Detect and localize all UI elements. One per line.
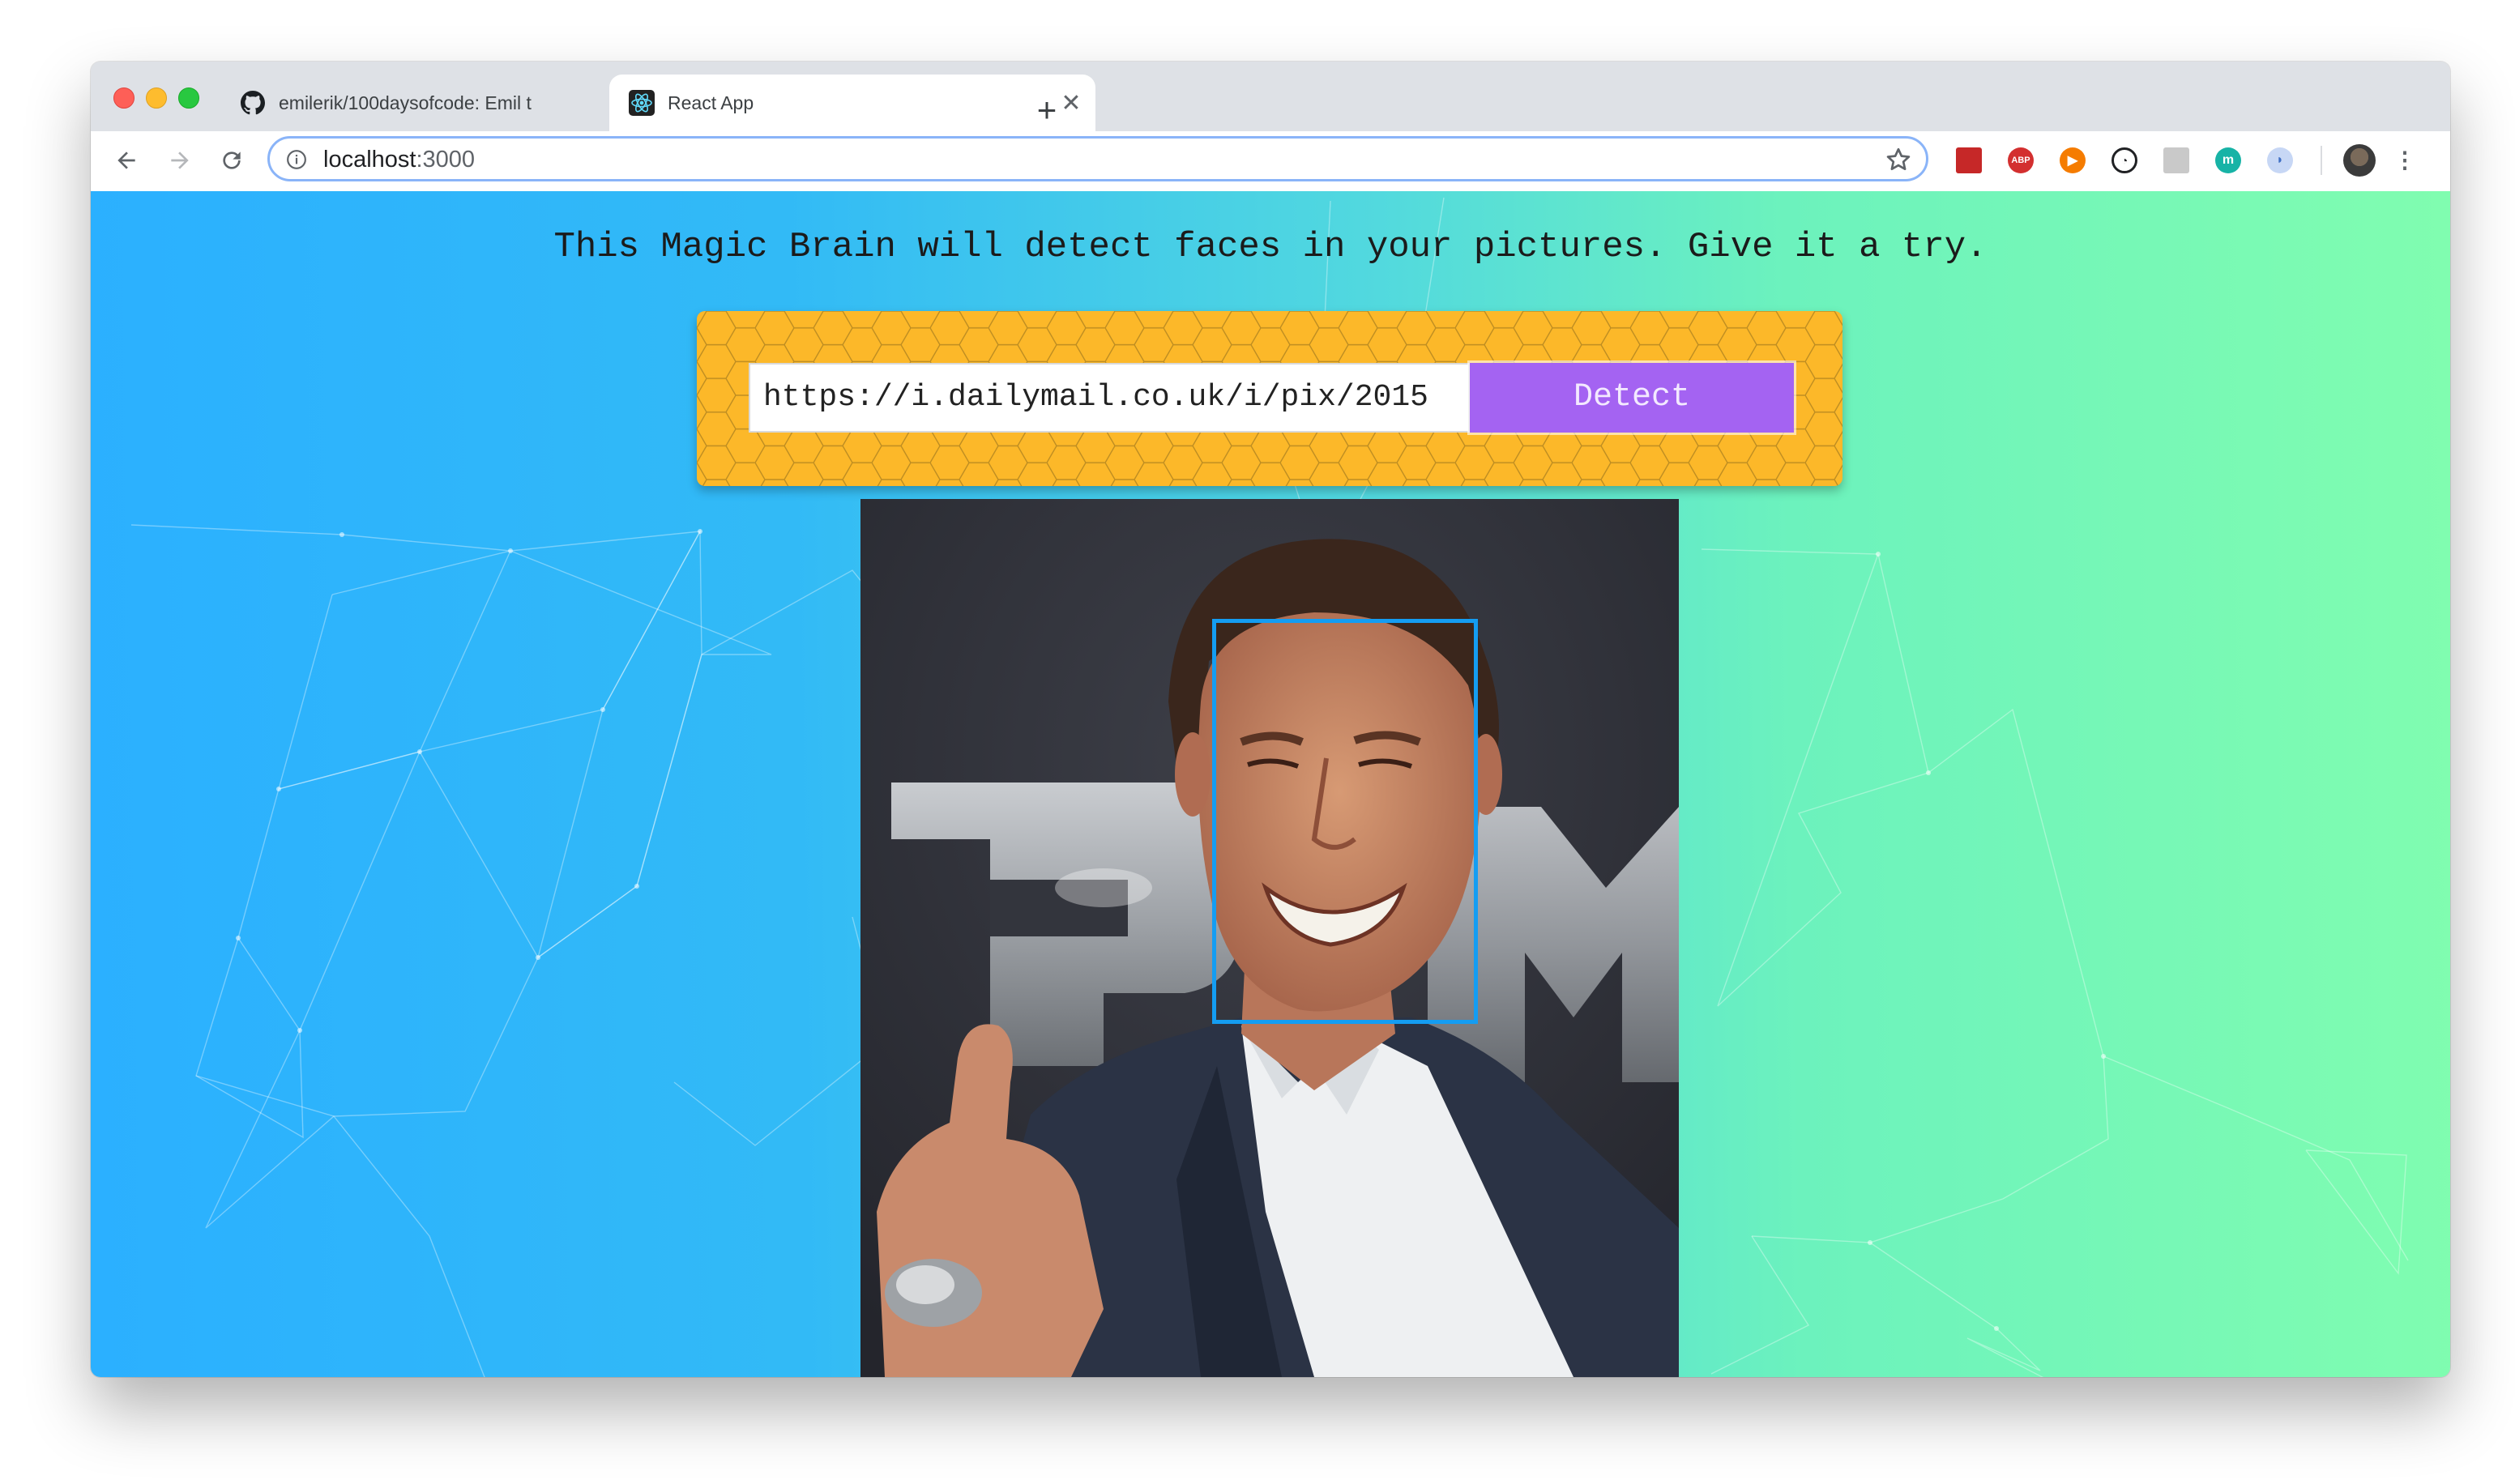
image-url-input[interactable]: https://i.dailymail.co.uk/i/pix/2015 — [749, 363, 1470, 433]
github-icon — [240, 90, 266, 116]
teal-m-icon[interactable]: m — [2215, 147, 2241, 173]
tab-title: emilerik/100daysofcode: Emil t — [279, 92, 532, 113]
bookmark-star-icon[interactable] — [1884, 145, 1913, 174]
timer-icon[interactable]: ◔ — [2111, 147, 2137, 173]
close-window-button[interactable] — [113, 87, 135, 109]
page-icon[interactable] — [2163, 147, 2189, 173]
reload-icon[interactable] — [212, 141, 251, 180]
detect-button[interactable]: Detect — [1467, 360, 1796, 435]
minimize-window-button[interactable] — [146, 87, 167, 109]
react-icon — [629, 90, 655, 116]
back-icon[interactable] — [107, 141, 146, 180]
detected-photo — [860, 499, 1679, 1377]
url-port: :3000 — [416, 147, 476, 173]
toolbar-divider — [2321, 146, 2322, 175]
address-bar[interactable]: localhost:3000 — [267, 136, 1928, 181]
red-book-icon[interactable] — [1956, 147, 1982, 173]
tab-title: React App — [668, 92, 754, 113]
face-bounding-box — [1212, 619, 1478, 1024]
browser-window: emilerik/100daysofcode: Emil t ✕ React A… — [91, 62, 2450, 1377]
app-page: This Magic Brain will detect faces in yo… — [91, 191, 2450, 1377]
image-url-form: https://i.dailymail.co.uk/i/pix/2015 Det… — [697, 311, 1842, 486]
tab-strip: emilerik/100daysofcode: Emil t ✕ React A… — [91, 62, 2450, 131]
blue-shield-icon[interactable]: ◗ — [2267, 147, 2293, 173]
profile-avatar[interactable] — [2343, 144, 2376, 177]
menu-kebab-icon[interactable]: ⋮ — [2393, 147, 2416, 173]
page-tagline: This Magic Brain will detect faces in yo… — [553, 227, 1988, 267]
forward-icon[interactable] — [160, 141, 199, 180]
info-icon[interactable] — [286, 149, 307, 170]
url-host: localhost — [323, 147, 416, 173]
adblock-plus-icon[interactable]: ABP — [2008, 147, 2034, 173]
zoom-window-button[interactable] — [178, 87, 199, 109]
play-icon[interactable]: ▶ — [2060, 147, 2086, 173]
new-tab-button[interactable]: + — [1021, 84, 1073, 136]
url-text: localhost:3000 — [323, 147, 475, 173]
browser-toolbar: localhost:3000 ABP ▶ ◔ m ◗ ⋮ — [91, 131, 2450, 192]
